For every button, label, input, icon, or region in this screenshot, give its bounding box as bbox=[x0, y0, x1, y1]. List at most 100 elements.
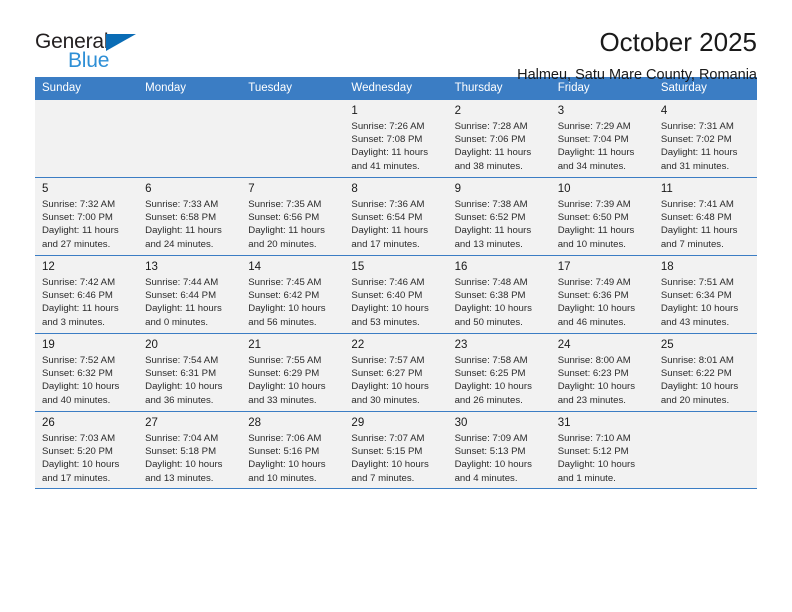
calendar-day-cell[interactable]: 16 Sunrise: 7:48 AM Sunset: 6:38 PM Dayligh… bbox=[447, 255, 551, 333]
calendar-day-cell[interactable]: 14 Sunrise: 7:45 AM Sunset: 6:42 PM Dayligh… bbox=[241, 255, 345, 333]
day-daylight2-text: and 36 minutes. bbox=[145, 394, 214, 406]
calendar-day-cell[interactable]: 17 Sunrise: 7:49 AM Sunset: 6:36 PM Dayligh… bbox=[550, 255, 654, 333]
calendar-day-cell-empty bbox=[653, 411, 757, 489]
day-number: 27 bbox=[145, 417, 158, 429]
day-daylight2-text: and 41 minutes. bbox=[351, 160, 420, 172]
day-daylight1-text: Daylight: 10 hours bbox=[454, 303, 532, 315]
day-daylight2-text: and 31 minutes. bbox=[660, 160, 730, 172]
calendar-day-cell[interactable]: 5 Sunrise: 7:32 AM Sunset: 7:00 PM Daylight… bbox=[35, 177, 139, 255]
calendar-day-cell[interactable]: 10 Sunrise: 7:39 AM Sunset: 6:50 PM Dayligh… bbox=[550, 177, 654, 255]
day-number: 1 bbox=[351, 105, 358, 117]
calendar-day-cell[interactable]: 20 Sunrise: 7:54 AM Sunset: 6:31 PM Dayligh… bbox=[138, 333, 242, 411]
calendar-day-cell[interactable]: 13 Sunrise: 7:44 AM Sunset: 6:44 PM Dayligh… bbox=[138, 255, 242, 333]
calendar-day-cell[interactable]: 3 Sunrise: 7:29 AM Sunset: 7:04 PM Daylight… bbox=[550, 99, 654, 177]
day-daylight2-text: and 20 minutes. bbox=[248, 238, 317, 250]
calendar-day-cell[interactable]: 24 Sunrise: 8:00 AM Sunset: 6:23 PM Dayligh… bbox=[550, 333, 654, 411]
day-number: 15 bbox=[351, 261, 365, 273]
day-daylight2-text: and 56 minutes. bbox=[248, 316, 317, 328]
calendar-day-cell[interactable]: 8 Sunrise: 7:36 AM Sunset: 6:54 PM Daylight… bbox=[344, 177, 448, 255]
day-number: 9 bbox=[454, 183, 461, 195]
calendar-day-cell[interactable]: 22 Sunrise: 7:57 AM Sunset: 6:27 PM Dayligh… bbox=[344, 333, 448, 411]
day-details: Sunrise: 7:52 AM Sunset: 6:32 PM Daylight:… bbox=[42, 354, 132, 407]
day-daylight1-text: Daylight: 10 hours bbox=[42, 459, 120, 471]
day-number: 25 bbox=[660, 339, 674, 351]
calendar-day-cell[interactable]: 30 Sunrise: 7:09 AM Sunset: 5:13 PM Dayligh… bbox=[447, 411, 551, 489]
calendar-day-cell[interactable]: 12 Sunrise: 7:42 AM Sunset: 6:46 PM Dayligh… bbox=[35, 255, 139, 333]
day-daylight1-text: Daylight: 11 hours bbox=[145, 225, 222, 237]
day-details: Sunrise: 7:09 AM Sunset: 5:13 PM Daylight:… bbox=[455, 432, 545, 485]
day-daylight2-text: and 7 minutes. bbox=[351, 472, 415, 484]
day-sunrise-text: Sunrise: 7:45 AM bbox=[248, 277, 322, 288]
day-details: Sunrise: 7:28 AM Sunset: 7:06 PM Daylight:… bbox=[455, 120, 545, 173]
calendar-day-cell[interactable]: 2 Sunrise: 7:28 AM Sunset: 7:06 PM Daylight… bbox=[447, 99, 551, 177]
calendar-day-cell[interactable]: 7 Sunrise: 7:35 AM Sunset: 6:56 PM Daylight… bbox=[241, 177, 345, 255]
day-daylight2-text: and 27 minutes. bbox=[42, 238, 111, 250]
day-details: Sunrise: 7:31 AM Sunset: 7:02 PM Daylight:… bbox=[661, 120, 751, 173]
calendar-day-cell[interactable]: 1 Sunrise: 7:26 AM Sunset: 7:08 PM Daylight… bbox=[344, 99, 448, 177]
page-header: General Blue October 2025 Halmeu, Satu M… bbox=[35, 0, 757, 83]
day-daylight2-text: and 4 minutes. bbox=[454, 472, 518, 484]
day-details: Sunrise: 7:44 AM Sunset: 6:44 PM Daylight:… bbox=[145, 276, 235, 329]
calendar-day-cell[interactable]: 9 Sunrise: 7:38 AM Sunset: 6:52 PM Daylight… bbox=[447, 177, 551, 255]
calendar-day-cell[interactable]: 23 Sunrise: 7:58 AM Sunset: 6:25 PM Dayligh… bbox=[447, 333, 551, 411]
day-sunrise-text: Sunrise: 7:03 AM bbox=[42, 433, 116, 444]
day-daylight2-text: and 17 minutes. bbox=[42, 472, 111, 484]
day-daylight2-text: and 40 minutes. bbox=[42, 394, 111, 406]
day-number: 3 bbox=[557, 105, 565, 117]
day-sunset-text: Sunset: 6:32 PM bbox=[42, 368, 113, 380]
day-number: 19 bbox=[42, 339, 55, 351]
day-sunrise-text: Sunrise: 7:52 AM bbox=[42, 355, 116, 366]
day-number: 23 bbox=[454, 339, 468, 351]
calendar-day-cell[interactable]: 11 Sunrise: 7:41 AM Sunset: 6:48 PM Dayligh… bbox=[653, 177, 757, 255]
calendar-day-cell[interactable]: 6 Sunrise: 7:33 AM Sunset: 6:58 PM Daylight… bbox=[138, 177, 242, 255]
general-blue-logo: General Blue bbox=[35, 27, 147, 77]
title-block: October 2025 Halmeu, Satu Mare County, R… bbox=[147, 27, 757, 85]
calendar-day-cell[interactable]: 28 Sunrise: 7:06 AM Sunset: 5:16 PM Dayligh… bbox=[241, 411, 345, 489]
day-daylight2-text: and 26 minutes. bbox=[454, 394, 523, 406]
day-daylight2-text: and 1 minute. bbox=[557, 472, 616, 484]
day-number: 14 bbox=[248, 261, 262, 273]
day-daylight2-text: and 3 minutes. bbox=[42, 316, 105, 328]
calendar-day-cell[interactable]: 19 Sunrise: 7:52 AM Sunset: 6:32 PM Dayligh… bbox=[35, 333, 139, 411]
day-details: Sunrise: 7:06 AM Sunset: 5:16 PM Daylight:… bbox=[248, 432, 338, 485]
day-daylight2-text: and 10 minutes. bbox=[557, 238, 626, 250]
day-sunrise-text: Sunrise: 7:44 AM bbox=[145, 277, 219, 288]
calendar-table: Sunday Monday Tuesday Wednesday Thursday Frid… bbox=[35, 77, 757, 489]
day-daylight2-text: and 38 minutes. bbox=[454, 160, 523, 172]
calendar-week-row: 19 Sunrise: 7:52 AM Sunset: 6:32 PM Dayligh… bbox=[35, 333, 757, 411]
day-sunrise-text: Sunrise: 7:58 AM bbox=[454, 355, 528, 366]
weekday-header-sunday: Sunday bbox=[35, 77, 139, 99]
calendar-day-cell[interactable]: 25 Sunrise: 8:01 AM Sunset: 6:22 PM Dayligh… bbox=[653, 333, 757, 411]
day-daylight1-text: Daylight: 11 hours bbox=[42, 303, 119, 315]
day-number: 2 bbox=[454, 105, 461, 117]
calendar-day-cell[interactable]: 27 Sunrise: 7:04 AM Sunset: 5:18 PM Dayligh… bbox=[138, 411, 242, 489]
day-sunrise-text: Sunrise: 7:41 AM bbox=[660, 199, 734, 210]
day-details: Sunrise: 7:54 AM Sunset: 6:31 PM Daylight:… bbox=[145, 354, 235, 407]
day-sunrise-text: Sunrise: 7:07 AM bbox=[351, 433, 425, 444]
day-sunset-text: Sunset: 5:13 PM bbox=[454, 446, 526, 458]
day-sunrise-text: Sunrise: 7:54 AM bbox=[145, 355, 219, 366]
day-sunset-text: Sunset: 5:12 PM bbox=[557, 446, 629, 458]
calendar-day-cell[interactable]: 15 Sunrise: 7:46 AM Sunset: 6:40 PM Dayligh… bbox=[344, 255, 448, 333]
day-sunset-text: Sunset: 5:18 PM bbox=[145, 446, 217, 458]
day-number: 30 bbox=[454, 417, 468, 429]
day-number: 11 bbox=[660, 183, 673, 195]
day-sunset-text: Sunset: 6:40 PM bbox=[351, 290, 423, 302]
day-details: Sunrise: 7:29 AM Sunset: 7:04 PM Daylight:… bbox=[558, 120, 648, 173]
day-daylight2-text: and 46 minutes. bbox=[557, 316, 626, 328]
calendar-day-cell[interactable]: 29 Sunrise: 7:07 AM Sunset: 5:15 PM Dayligh… bbox=[344, 411, 448, 489]
day-details: Sunrise: 7:39 AM Sunset: 6:50 PM Daylight:… bbox=[558, 198, 648, 251]
calendar-day-cell[interactable]: 18 Sunrise: 7:51 AM Sunset: 6:34 PM Dayligh… bbox=[653, 255, 757, 333]
day-daylight1-text: Daylight: 10 hours bbox=[557, 303, 636, 315]
calendar-page: General Blue October 2025 Halmeu, Satu M… bbox=[0, 0, 792, 612]
day-daylight1-text: Daylight: 10 hours bbox=[351, 381, 429, 393]
calendar-day-cell[interactable]: 26 Sunrise: 7:03 AM Sunset: 5:20 PM Dayligh… bbox=[35, 411, 139, 489]
day-sunset-text: Sunset: 7:08 PM bbox=[351, 134, 423, 146]
day-sunrise-text: Sunrise: 7:29 AM bbox=[557, 121, 631, 132]
day-sunrise-text: Sunrise: 8:00 AM bbox=[557, 355, 631, 366]
calendar-week-row: 26 Sunrise: 7:03 AM Sunset: 5:20 PM Dayligh… bbox=[35, 411, 757, 489]
calendar-day-cell[interactable]: 31 Sunrise: 7:10 AM Sunset: 5:12 PM Dayligh… bbox=[550, 411, 654, 489]
calendar-day-cell[interactable]: 4 Sunrise: 7:31 AM Sunset: 7:02 PM Daylight… bbox=[653, 99, 757, 177]
calendar-day-cell-empty bbox=[35, 99, 139, 177]
calendar-day-cell[interactable]: 21 Sunrise: 7:55 AM Sunset: 6:29 PM Dayligh… bbox=[241, 333, 345, 411]
